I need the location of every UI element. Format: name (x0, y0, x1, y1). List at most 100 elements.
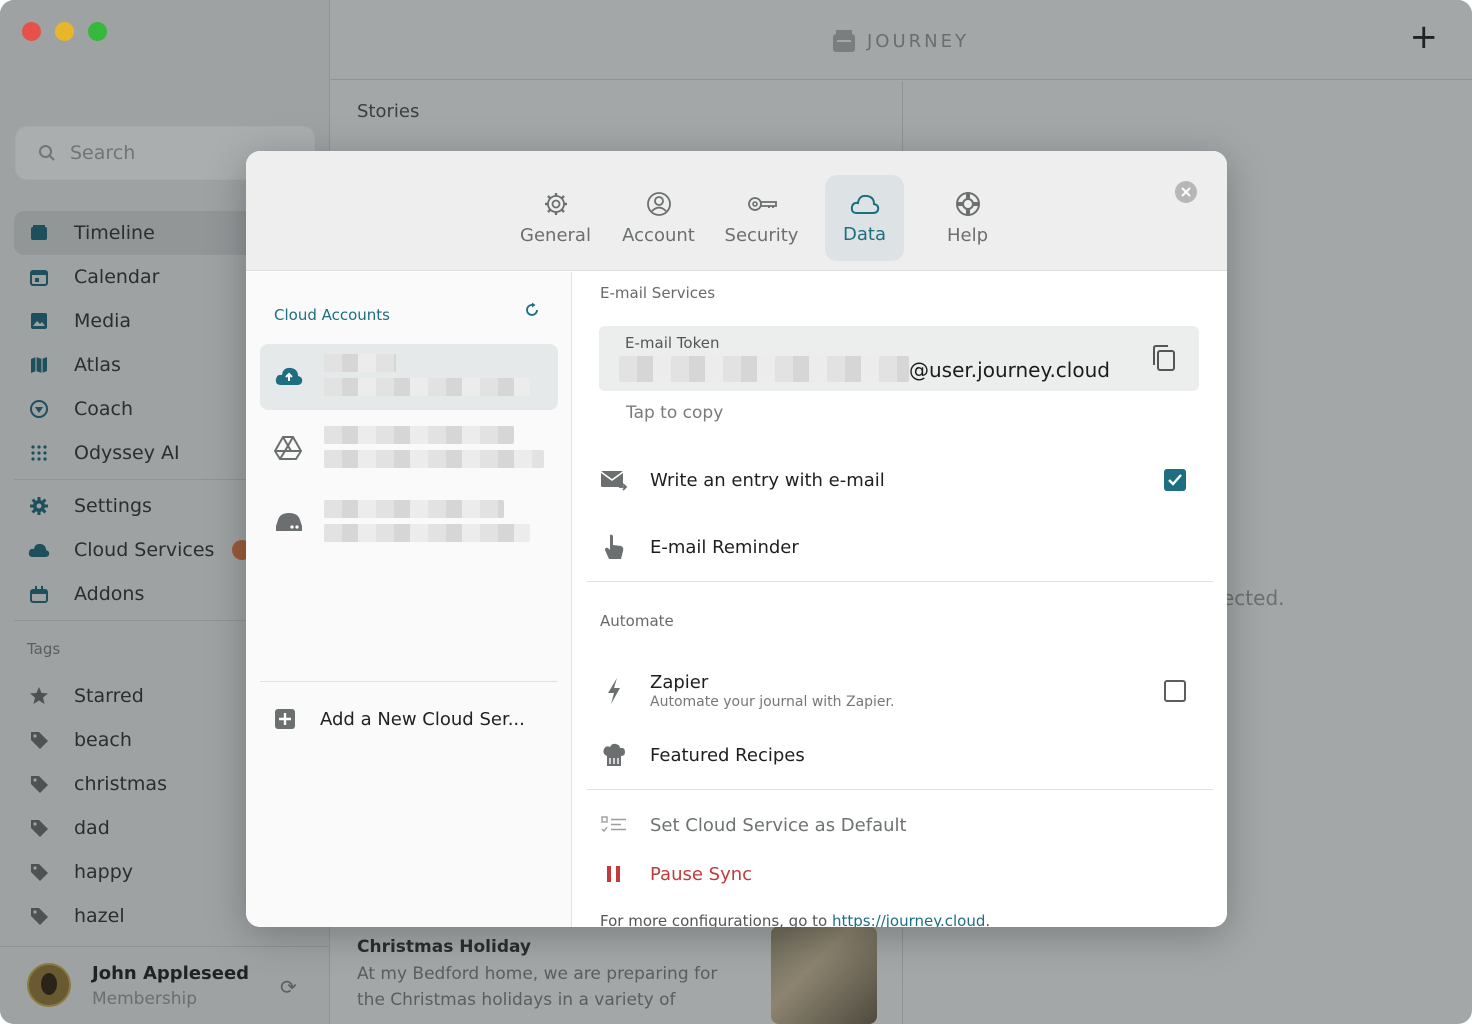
media-icon (28, 310, 50, 332)
sync-icon[interactable]: ⟳ (280, 975, 297, 999)
sidebar-item-label: Odyssey AI (74, 442, 180, 464)
app-title: JOURNEY (867, 30, 969, 52)
redacted-account-name (324, 500, 504, 518)
tag-label: dad (74, 817, 110, 839)
zapier-text: Zapier Automate your journal with Zapier… (650, 672, 894, 710)
tab-account[interactable]: Account (607, 175, 710, 261)
odyssey-icon (28, 442, 50, 464)
key-icon (747, 196, 777, 211)
empty-state-text: ected. (1222, 586, 1285, 610)
zoom-window-button[interactable] (88, 22, 107, 41)
cloud-accounts-title: Cloud Accounts (274, 306, 390, 324)
cloud-accounts-pane: Cloud Accounts Add a New Cloud Ser... (246, 272, 572, 927)
timeline-icon (28, 222, 50, 244)
gear-icon (28, 495, 50, 517)
tab-data[interactable]: Data (825, 175, 904, 261)
story-preview: At my Bedford home, we are preparing for… (357, 964, 718, 1010)
write-entry-checkbox[interactable] (1164, 469, 1186, 491)
cloud-account-journey[interactable] (260, 344, 558, 410)
email-reminder-label: E-mail Reminder (650, 536, 799, 558)
addons-icon (28, 583, 50, 605)
refresh-icon[interactable] (524, 302, 540, 322)
write-entry-with-email-row[interactable]: Write an entry with e-mail (600, 460, 1200, 500)
window-controls (22, 22, 107, 41)
lightning-icon (600, 677, 628, 705)
tag-icon (28, 729, 50, 751)
app-brand: JOURNEY (831, 28, 969, 54)
divider (587, 789, 1213, 790)
minimize-window-button[interactable] (55, 22, 74, 41)
search-placeholder: Search (70, 142, 136, 164)
tag-label: beach (74, 729, 132, 751)
tab-general[interactable]: General (504, 175, 607, 261)
pause-sync-label: Pause Sync (650, 863, 753, 885)
tag-label: Starred (74, 685, 144, 707)
app-window: Search Timeline Calendar Media Atlas Coa… (0, 0, 1472, 1024)
tag-icon (28, 773, 50, 795)
email-token-field[interactable]: E-mail Token @user.journey.cloud (599, 326, 1199, 391)
tab-label: Data (843, 223, 886, 245)
footer-end: . (985, 912, 991, 927)
automate-heading: Automate (600, 612, 674, 630)
pause-sync-row[interactable]: Pause Sync (600, 854, 1200, 894)
featured-recipes-row[interactable]: Featured Recipes (600, 735, 1200, 775)
copy-button[interactable] (1151, 344, 1177, 376)
sidebar-item-label: Cloud Services (74, 539, 215, 561)
write-entry-label: Write an entry with e-mail (650, 469, 885, 491)
zapier-checkbox[interactable] (1164, 680, 1186, 702)
atlas-icon (28, 354, 50, 376)
tab-label: Help (946, 224, 989, 246)
tab-label: Account (622, 224, 695, 246)
close-window-button[interactable] (22, 22, 41, 41)
email-reminder-row[interactable]: E-mail Reminder (600, 527, 1200, 567)
cloud-icon (850, 194, 879, 214)
journey-cloud-icon (274, 364, 304, 392)
avatar (27, 963, 71, 1007)
tags-heading: Tags (27, 640, 61, 658)
redacted-token (619, 356, 909, 382)
reminder-hand-icon (600, 533, 628, 561)
stories-title: Stories (357, 101, 420, 122)
redacted-account-email (324, 524, 530, 542)
zapier-subtitle: Automate your journal with Zapier. (650, 694, 895, 710)
journal-icon (833, 30, 855, 52)
zapier-title: Zapier (650, 672, 709, 693)
footer-text: For more configurations, go to (600, 912, 832, 927)
close-modal-button[interactable] (1175, 181, 1197, 203)
zapier-row[interactable]: Zapier Automate your journal with Zapier… (600, 666, 1200, 716)
tag-label: happy (74, 861, 134, 883)
coach-icon (28, 398, 50, 420)
chef-hat-icon (600, 742, 628, 768)
account-icon (646, 191, 671, 216)
divider (587, 581, 1213, 582)
email-token-label: E-mail Token (625, 334, 720, 352)
settings-modal: General Account Security Data Help Cloud… (246, 151, 1227, 927)
tab-help[interactable]: Help (916, 175, 1019, 261)
story-thumbnail[interactable] (771, 926, 877, 1024)
data-settings-pane: E-mail Services E-mail Token @user.journ… (573, 272, 1227, 927)
tab-label: General (520, 224, 591, 246)
cloud-account-google-drive[interactable] (260, 416, 558, 482)
tag-icon (28, 905, 50, 927)
email-services-heading: E-mail Services (600, 284, 716, 302)
add-cloud-service-button[interactable]: Add a New Cloud Ser... (274, 708, 525, 730)
search-icon (39, 145, 55, 161)
cloud-icon (28, 539, 50, 561)
hard-drive-icon (274, 510, 304, 538)
set-default-label: Set Cloud Service as Default (650, 814, 907, 836)
tag-label: hazel (74, 905, 125, 927)
lifebuoy-icon (955, 191, 980, 216)
featured-recipes-label: Featured Recipes (650, 744, 805, 766)
user-name: John Appleseed (92, 963, 250, 984)
email-write-icon (600, 469, 628, 491)
add-entry-button[interactable]: + (1410, 20, 1439, 54)
gear-icon (544, 192, 567, 215)
calendar-icon (28, 266, 50, 288)
cloud-account-drive[interactable] (260, 490, 558, 556)
redacted-account-email (324, 378, 530, 396)
set-default-cloud-row[interactable]: Set Cloud Service as Default (600, 805, 1200, 845)
tab-security[interactable]: Security (710, 175, 813, 261)
journey-cloud-link[interactable]: https://journey.cloud (832, 912, 985, 927)
footer-note: For more configurations, go to https://j… (600, 912, 990, 927)
user-profile[interactable]: John Appleseed Membership ⟳ (0, 946, 330, 1024)
